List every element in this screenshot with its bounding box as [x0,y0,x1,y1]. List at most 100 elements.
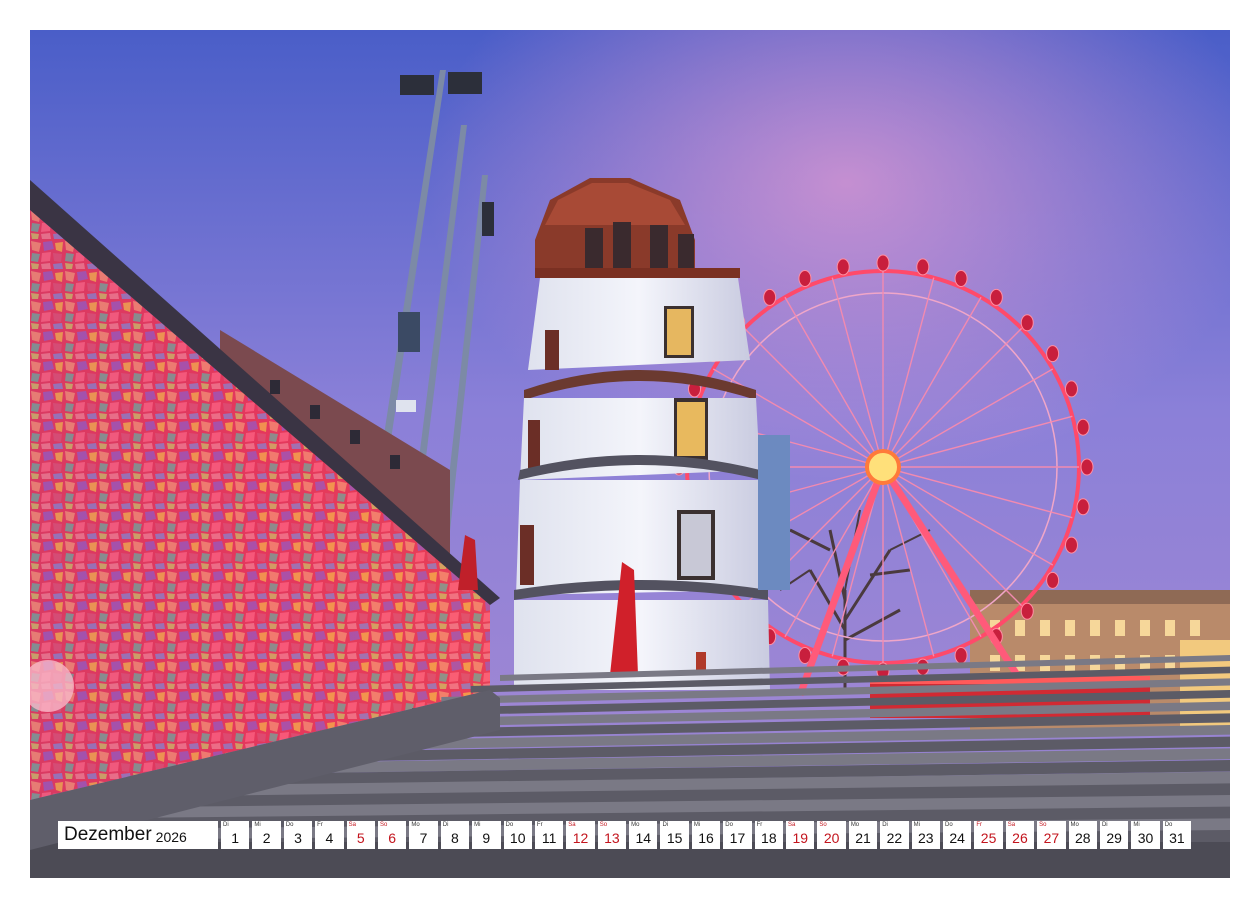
day-number: 28 [1074,830,1091,846]
day-number: 10 [509,830,526,846]
day-number: 7 [419,830,428,846]
wheel-gondola [1046,571,1060,589]
day-cell: Fr 25 [974,821,1003,849]
wheel-gondola [954,270,968,288]
day-of-week: Sa [348,822,356,828]
month-name: Dezember [64,824,152,845]
day-cell: Sa 5 [346,821,375,849]
day-number: 25 [980,830,997,846]
day-cell: Do 31 [1162,821,1192,849]
day-cell: Di 22 [880,821,909,849]
wheel-gondola [836,258,850,276]
day-number: 19 [792,830,809,846]
wheel-gondola [876,254,890,272]
day-number: 29 [1106,830,1122,846]
day-cell: Fr 4 [315,821,344,849]
day-cell: Sa 19 [786,821,815,849]
day-of-week: Di [223,822,229,828]
day-cell: Mi 9 [472,821,501,849]
day-cell: Mi 2 [252,821,281,849]
day-cell: So 6 [377,821,407,849]
day-of-week: So [819,822,827,828]
day-number: 24 [949,830,965,846]
wheel-gondola [798,270,812,288]
day-cell: Sa 12 [566,821,595,849]
day-number: 18 [761,830,777,846]
day-of-week: Mi [474,822,481,828]
day-number: 2 [262,830,271,846]
day-of-week: Sa [1007,822,1016,828]
day-number: 4 [325,830,334,846]
calendar-strip: Dezember 2026 Di 1 Mi 2 Do 3 Fr 4 Sa 5 So 6 Mo 7 Di 8 Mi… [58,821,1192,849]
day-of-week: Do [285,822,294,828]
day-number: 31 [1169,830,1185,846]
day-of-week: Mi [254,822,261,828]
day-number: 15 [666,830,683,846]
day-number: 8 [451,830,459,846]
day-of-week: Mo [411,822,420,828]
day-of-week: Di [662,822,669,828]
day-number: 5 [356,830,365,846]
banner [758,435,790,590]
day-cell: Mi 16 [691,821,721,849]
day-cell: Mi 23 [911,821,940,849]
day-of-week: Sa [568,822,576,828]
month-label: Dezember 2026 [58,821,218,849]
day-cell: Di 1 [221,821,250,849]
day-of-week: Fr [317,822,323,828]
day-number: 27 [1043,830,1060,846]
wheel-gondola [1046,345,1060,363]
day-of-week: Mi [1133,822,1140,828]
day-cell: Di 15 [660,821,689,849]
wheel-gondola [1020,314,1034,332]
day-of-week: Do [505,822,514,828]
day-cell: Fr 18 [754,821,784,849]
day-of-week: Mi [693,822,701,828]
day-of-week: So [1039,822,1047,828]
day-of-week: Di [442,822,449,828]
day-cell: Do 24 [942,821,972,849]
day-of-week: Di [882,822,888,828]
day-of-week: Do [944,822,953,828]
day-of-week: So [599,822,608,828]
day-number: 13 [604,830,620,846]
day-of-week: Mo [1070,822,1079,828]
wheel-hub [865,449,901,485]
wheel-gondola [954,646,968,664]
wheel-gondola [1064,380,1078,398]
day-cell: So 20 [817,821,846,849]
day-number: 26 [1012,830,1028,846]
photo-illustration [30,30,1230,878]
day-cells: Di 1 Mi 2 Do 3 Fr 4 Sa 5 So 6 Mo 7 Di 8 Mi 9 Do 10 Fr 11 Sa 12 S… [221,821,1192,849]
day-of-week: Do [725,822,733,828]
calendar-photo [30,30,1230,878]
day-number: 22 [886,830,903,846]
day-cell: Di 8 [440,821,470,849]
day-of-week: Fr [976,822,983,828]
day-cell: Do 17 [723,821,752,849]
day-number: 14 [635,830,652,846]
year: 2026 [155,828,187,845]
wheel-gondola [1020,602,1034,620]
day-number: 6 [388,830,397,846]
day-cell: Do 10 [503,821,532,849]
wheel-gondola [1064,536,1078,554]
day-cell: Mo 14 [629,821,658,849]
day-cell: Do 3 [283,821,313,849]
day-number: 30 [1137,830,1154,846]
day-cell: Sa 26 [1005,821,1035,849]
day-number: 21 [855,830,871,846]
day-of-week: Mo [631,822,640,828]
wheel-gondola [1076,498,1090,516]
day-of-week: Sa [788,822,796,828]
wheel-gondola [916,258,930,276]
day-number: 17 [729,830,746,846]
day-number: 20 [823,830,840,846]
day-cell: Mo 7 [409,821,438,849]
day-cell: Fr 11 [534,821,564,849]
day-cell: Di 29 [1099,821,1129,849]
day-of-week: Mo [850,822,860,828]
day-number: 9 [482,830,491,846]
day-of-week: Fr [536,822,543,828]
day-cell: So 13 [597,821,627,849]
